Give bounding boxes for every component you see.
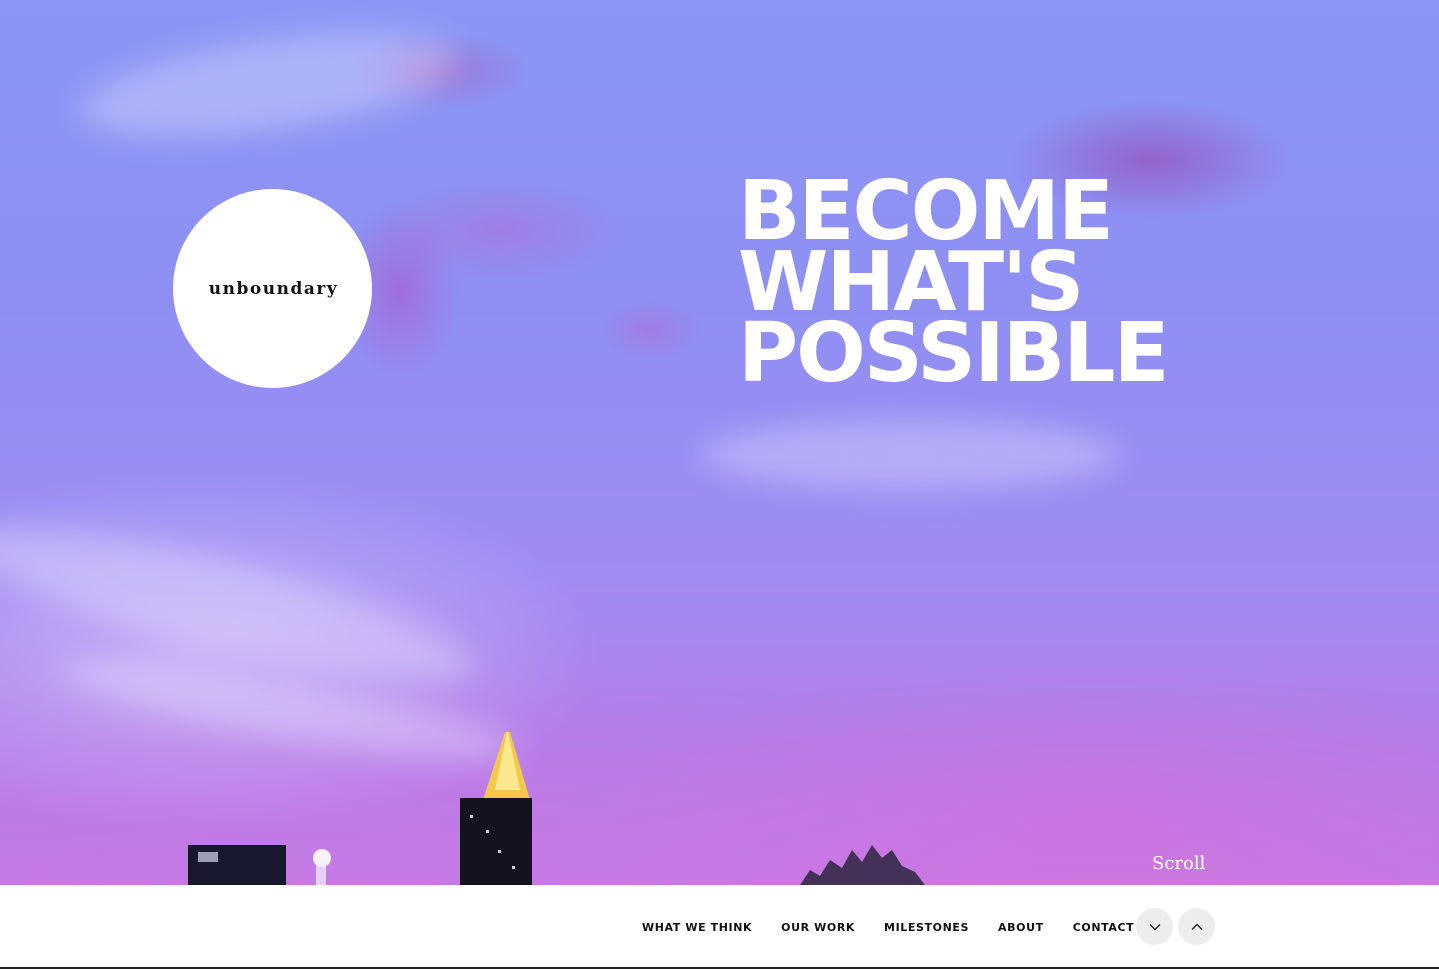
- left-building: [188, 845, 286, 885]
- headline-line-3: POSSIBLE: [738, 306, 1170, 401]
- nav-item-contact[interactable]: CONTACT: [1073, 921, 1135, 934]
- scroll-link[interactable]: Scroll: [1152, 853, 1205, 874]
- logo[interactable]: unboundary: [173, 189, 372, 388]
- bottom-nav-bar: WHAT WE THINK OUR WORK MILESTONES ABOUT …: [0, 885, 1439, 969]
- nav-arrows: [1136, 908, 1215, 945]
- cloud-streak: [75, 13, 465, 157]
- tree-silhouette: [800, 845, 925, 885]
- nav-item-our-work[interactable]: OUR WORK: [781, 921, 855, 934]
- chevron-down-icon: [1149, 923, 1160, 930]
- hero-video-background: unboundary BECOME WHAT'S POSSIBLE Scroll: [0, 0, 1439, 885]
- chevron-up-icon: [1191, 923, 1202, 930]
- nav-links: WHAT WE THINK OUR WORK MILESTONES ABOUT …: [642, 885, 1163, 969]
- page: unboundary BECOME WHAT'S POSSIBLE Scroll…: [0, 0, 1439, 969]
- nav-item-about[interactable]: ABOUT: [998, 921, 1044, 934]
- logo-text: unboundary: [208, 278, 339, 299]
- next-section-button[interactable]: [1136, 908, 1173, 945]
- nav-item-milestones[interactable]: MILESTONES: [884, 921, 969, 934]
- nav-item-what-we-think[interactable]: WHAT WE THINK: [642, 921, 752, 934]
- cloud-streak: [700, 420, 1120, 490]
- hero-headline: BECOME WHAT'S POSSIBLE: [738, 171, 1170, 401]
- tower-building: [460, 798, 532, 885]
- prev-section-button[interactable]: [1178, 908, 1215, 945]
- street-light: [313, 849, 331, 867]
